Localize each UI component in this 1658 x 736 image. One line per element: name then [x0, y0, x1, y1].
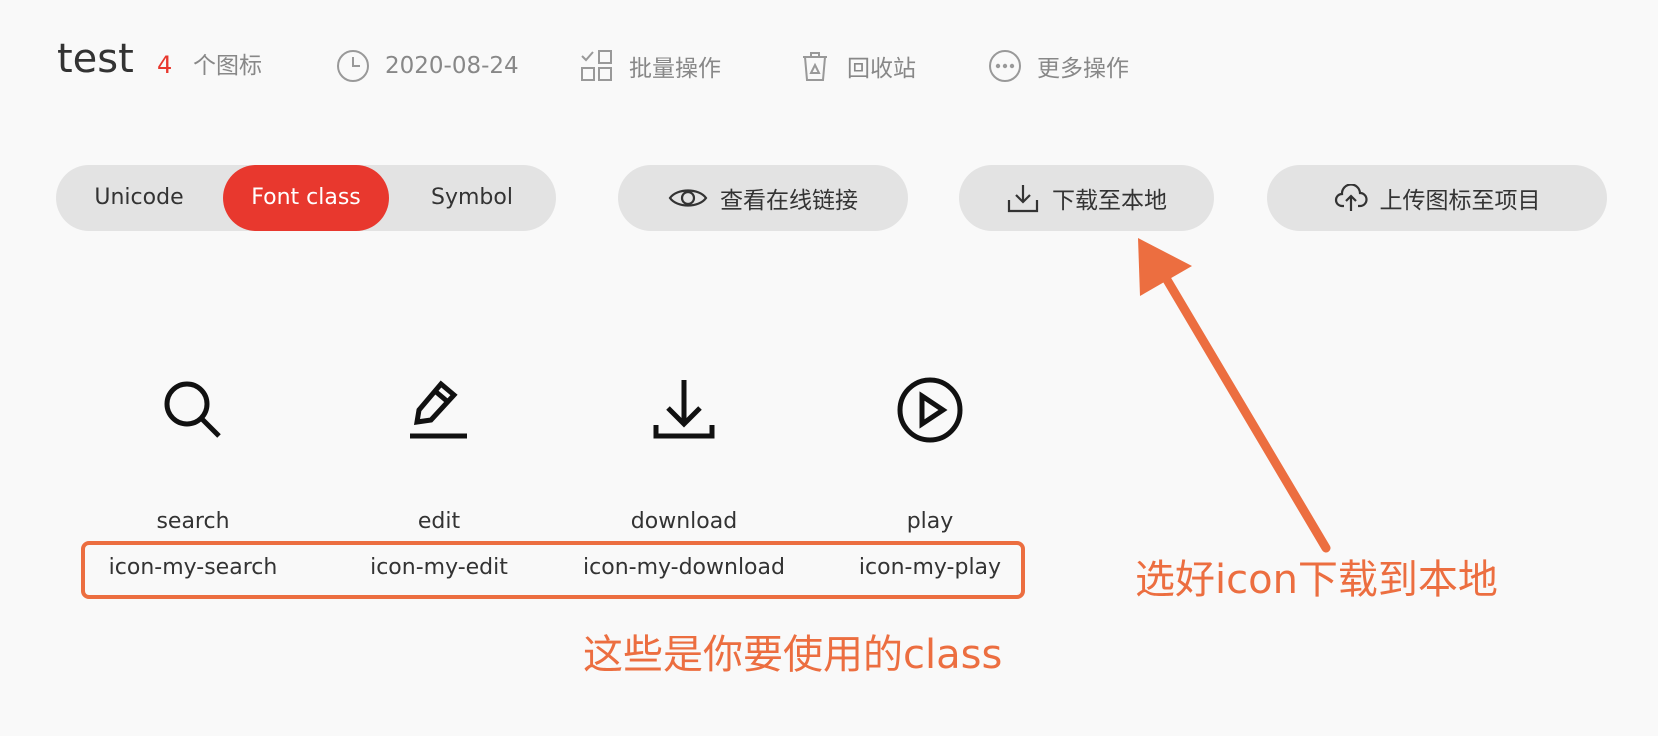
search-icon[interactable]	[153, 370, 233, 450]
icon-name-search: search	[156, 509, 230, 534]
batch-operation-label: 批量操作	[629, 56, 721, 82]
icon-name-edit: edit	[417, 509, 461, 534]
tab-font-class[interactable]: Font class	[223, 165, 389, 231]
date-text: 2020-08-24	[385, 53, 519, 79]
icon-count-label: 个图标	[193, 53, 262, 79]
trash-icon	[803, 52, 827, 81]
project-header: test 4 个图标 2020-08-24 批量操作 回收站 更多操作	[0, 0, 1658, 130]
upload-to-project-label: 上传图标至项目	[1379, 188, 1541, 214]
icon-count: 4	[157, 51, 173, 79]
recycle-bin-button[interactable]: 回收站	[797, 48, 916, 84]
tab-symbol[interactable]: Symbol	[389, 165, 555, 231]
format-tabs: Unicode Font class Symbol	[56, 165, 556, 231]
clock-icon	[337, 50, 369, 82]
view-online-link-label: 查看在线链接	[720, 188, 858, 214]
upload-to-project-button[interactable]: 上传图标至项目	[1267, 165, 1607, 231]
more-icon	[989, 50, 1021, 82]
download-icon[interactable]	[644, 370, 724, 450]
icon-class-edit: icon-my-edit	[370, 555, 508, 580]
play-icon[interactable]	[890, 370, 970, 450]
batch-icon	[581, 50, 612, 81]
view-online-link-button[interactable]: 查看在线链接	[618, 165, 908, 231]
project-title: test	[57, 36, 134, 82]
more-actions-button[interactable]: 更多操作	[987, 48, 1129, 84]
icon-class-download: icon-my-download	[583, 555, 785, 580]
edit-icon[interactable]	[399, 370, 479, 450]
cloud-upload-icon	[1334, 184, 1368, 211]
class-hint-annotation: 这些是你要使用的class	[583, 632, 1003, 678]
batch-operation-button[interactable]: 批量操作	[579, 48, 721, 84]
icon-class-play: icon-my-play	[858, 555, 1002, 580]
icon-name-download: download	[630, 509, 738, 534]
icon-class-search: icon-my-search	[108, 555, 278, 580]
more-actions-label: 更多操作	[1037, 56, 1129, 82]
recycle-bin-label: 回收站	[847, 56, 916, 82]
download-local-label: 下载至本地	[1052, 188, 1167, 214]
download-local-button[interactable]: 下载至本地	[959, 165, 1214, 231]
eye-icon	[668, 189, 708, 207]
download-hint-annotation: 选好icon下载到本地	[1135, 557, 1498, 603]
icon-name-play: play	[906, 509, 954, 534]
download-icon	[1007, 185, 1039, 213]
date-info: 2020-08-24	[335, 48, 519, 84]
tab-unicode[interactable]: Unicode	[56, 165, 222, 231]
